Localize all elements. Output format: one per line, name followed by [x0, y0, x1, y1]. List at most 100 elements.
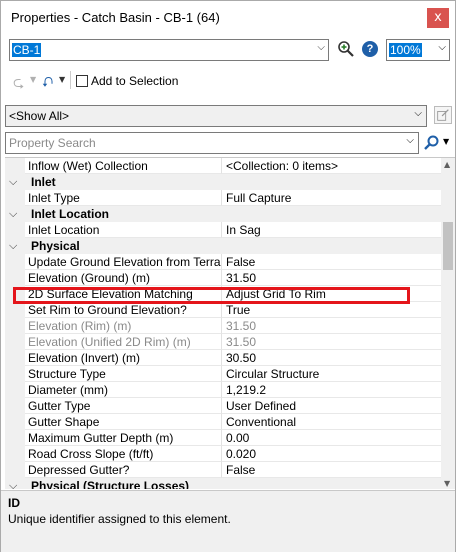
toolbar-separator [70, 71, 71, 89]
category-label: Physical (Structure Losses) [31, 479, 190, 489]
add-to-selection-toggle[interactable]: Add to Selection [76, 73, 178, 88]
scroll-up-arrow-icon[interactable]: ▲ [444, 160, 450, 169]
property-value[interactable]: Conventional [222, 414, 441, 430]
property-name: Depressed Gutter? [25, 462, 222, 478]
zoom-level-value[interactable]: 100% [389, 43, 422, 57]
row-margin [5, 430, 25, 446]
property-value[interactable]: False [222, 462, 441, 478]
title-bar[interactable]: Properties - Catch Basin - CB-1 (64) x [1, 1, 455, 35]
property-name: Inlet Type [25, 190, 222, 206]
row-margin [5, 254, 25, 270]
property-value[interactable]: User Defined [222, 398, 441, 414]
chevron-down-icon[interactable]: ⌵ [317, 42, 325, 53]
property-value[interactable]: 1,219.2 [222, 382, 441, 398]
property-row[interactable]: Road Cross Slope (ft/ft) 0.020 [5, 446, 441, 462]
edit-filter-icon[interactable] [434, 106, 452, 124]
row-margin [5, 414, 25, 430]
property-value[interactable]: Full Capture [222, 190, 441, 206]
property-name: Inflow (Wet) Collection [25, 158, 222, 174]
property-search-input[interactable]: Property Search ⌵ [5, 132, 419, 154]
category-label: Inlet Location [31, 207, 109, 221]
property-value[interactable]: 0.00 [222, 430, 441, 446]
property-filter-dropdown[interactable]: <Show All> ⌵ [5, 105, 427, 127]
category-row[interactable]: ⌵ Inlet Location [5, 206, 441, 222]
property-row[interactable]: Gutter Type User Defined [5, 398, 441, 414]
property-name: Gutter Type [25, 398, 222, 414]
properties-window: Properties - Catch Basin - CB-1 (64) x C… [0, 0, 456, 552]
element-selector-value[interactable]: CB-1 [12, 43, 42, 57]
category-row[interactable]: ⌵ Physical (Structure Losses) [5, 478, 441, 489]
property-row[interactable]: Elevation (Rim) (m) 31.50 [5, 318, 441, 334]
close-button[interactable]: x [427, 8, 449, 28]
property-value[interactable]: 31.50 [222, 270, 441, 286]
forward-history-dropdown-icon[interactable]: ▼ [59, 75, 65, 84]
row-margin [5, 318, 25, 334]
vertical-scrollbar[interactable]: ▲ ▼ [441, 158, 455, 489]
property-value[interactable]: In Sag [222, 222, 441, 238]
row-margin [5, 270, 25, 286]
category-label: Inlet [31, 175, 56, 189]
back-arrow-icon[interactable]: ⮎ [13, 72, 24, 96]
row-margin [5, 350, 25, 366]
property-value[interactable]: 30.50 [222, 350, 441, 366]
back-history-dropdown-icon[interactable]: ▼ [30, 75, 36, 84]
property-value[interactable]: True [222, 302, 441, 318]
property-name: Inlet Location [25, 222, 222, 238]
add-to-selection-label: Add to Selection [91, 73, 179, 88]
property-row[interactable]: Structure Type Circular Structure [5, 366, 441, 382]
property-row[interactable]: Elevation (Ground) (m) 31.50 [5, 270, 441, 286]
property-row[interactable]: Inlet Location In Sag [5, 222, 441, 238]
collapse-chevron-icon[interactable]: ⌵ [9, 478, 17, 489]
property-row[interactable]: Depressed Gutter? False [5, 462, 441, 478]
property-row[interactable]: Inflow (Wet) Collection <Collection: 0 it… [5, 158, 441, 174]
collapse-chevron-icon[interactable]: ⌵ [9, 206, 17, 222]
property-name: Gutter Shape [25, 414, 222, 430]
property-grid-rows: Inflow (Wet) Collection <Collection: 0 it… [5, 158, 441, 489]
row-margin [5, 398, 25, 414]
property-value[interactable]: <Collection: 0 items> [222, 158, 441, 174]
collapse-chevron-icon[interactable]: ⌵ [9, 238, 17, 254]
property-name: Set Rim to Ground Elevation? [25, 302, 222, 318]
property-name: Elevation (Ground) (m) [25, 270, 222, 286]
category-row[interactable]: ⌵ Physical [5, 238, 441, 254]
property-value[interactable]: Circular Structure [222, 366, 441, 382]
property-row[interactable]: Elevation (Unified 2D Rim) (m) 31.50 [5, 334, 441, 350]
element-selector-dropdown[interactable]: CB-1 ⌵ [9, 39, 329, 61]
row-margin [5, 302, 25, 318]
property-row[interactable]: Set Rim to Ground Elevation? True [5, 302, 441, 318]
property-row[interactable]: Update Ground Elevation from Terrain Fals… [5, 254, 441, 270]
chevron-down-icon[interactable]: ⌵ [406, 135, 414, 146]
row-margin [5, 190, 25, 206]
zoom-level-dropdown[interactable]: 100% ⌵ [386, 39, 450, 61]
row-margin [5, 158, 25, 174]
property-row[interactable]: Inlet Type Full Capture [5, 190, 441, 206]
scroll-down-arrow-icon[interactable]: ▼ [444, 479, 450, 488]
property-grid: Inflow (Wet) Collection <Collection: 0 it… [5, 157, 455, 489]
property-row[interactable]: Diameter (mm) 1,219.2 [5, 382, 441, 398]
search-options-dropdown-icon[interactable]: ▼ [443, 137, 449, 146]
property-value[interactable]: False [222, 254, 441, 270]
property-row[interactable]: Elevation (Invert) (m) 30.50 [5, 350, 441, 366]
property-name: Elevation (Rim) (m) [25, 318, 222, 334]
help-icon[interactable]: ? [362, 41, 378, 57]
chevron-down-icon[interactable]: ⌵ [438, 42, 446, 53]
property-search-placeholder: Property Search [9, 136, 96, 150]
scrollbar-thumb[interactable] [443, 222, 453, 270]
forward-arrow-icon[interactable]: ⮏ [42, 72, 53, 96]
property-row[interactable]: Gutter Shape Conventional [5, 414, 441, 430]
search-icon[interactable] [423, 134, 441, 152]
window-title: Properties - Catch Basin - CB-1 (64) [11, 10, 220, 25]
property-name: Diameter (mm) [25, 382, 222, 398]
property-value[interactable]: 0.020 [222, 446, 441, 462]
chevron-down-icon[interactable]: ⌵ [414, 108, 422, 119]
category-row[interactable]: ⌵ Inlet [5, 174, 441, 190]
row-margin [5, 382, 25, 398]
property-row[interactable]: Maximum Gutter Depth (m) 0.00 [5, 430, 441, 446]
collapse-chevron-icon[interactable]: ⌵ [9, 174, 17, 190]
property-name: Road Cross Slope (ft/ft) [25, 446, 222, 462]
row-margin [5, 446, 25, 462]
property-name: Elevation (Invert) (m) [25, 350, 222, 366]
category-label: Physical [31, 239, 80, 253]
add-to-selection-checkbox[interactable] [76, 74, 88, 87]
zoom-to-element-icon[interactable] [337, 40, 355, 58]
